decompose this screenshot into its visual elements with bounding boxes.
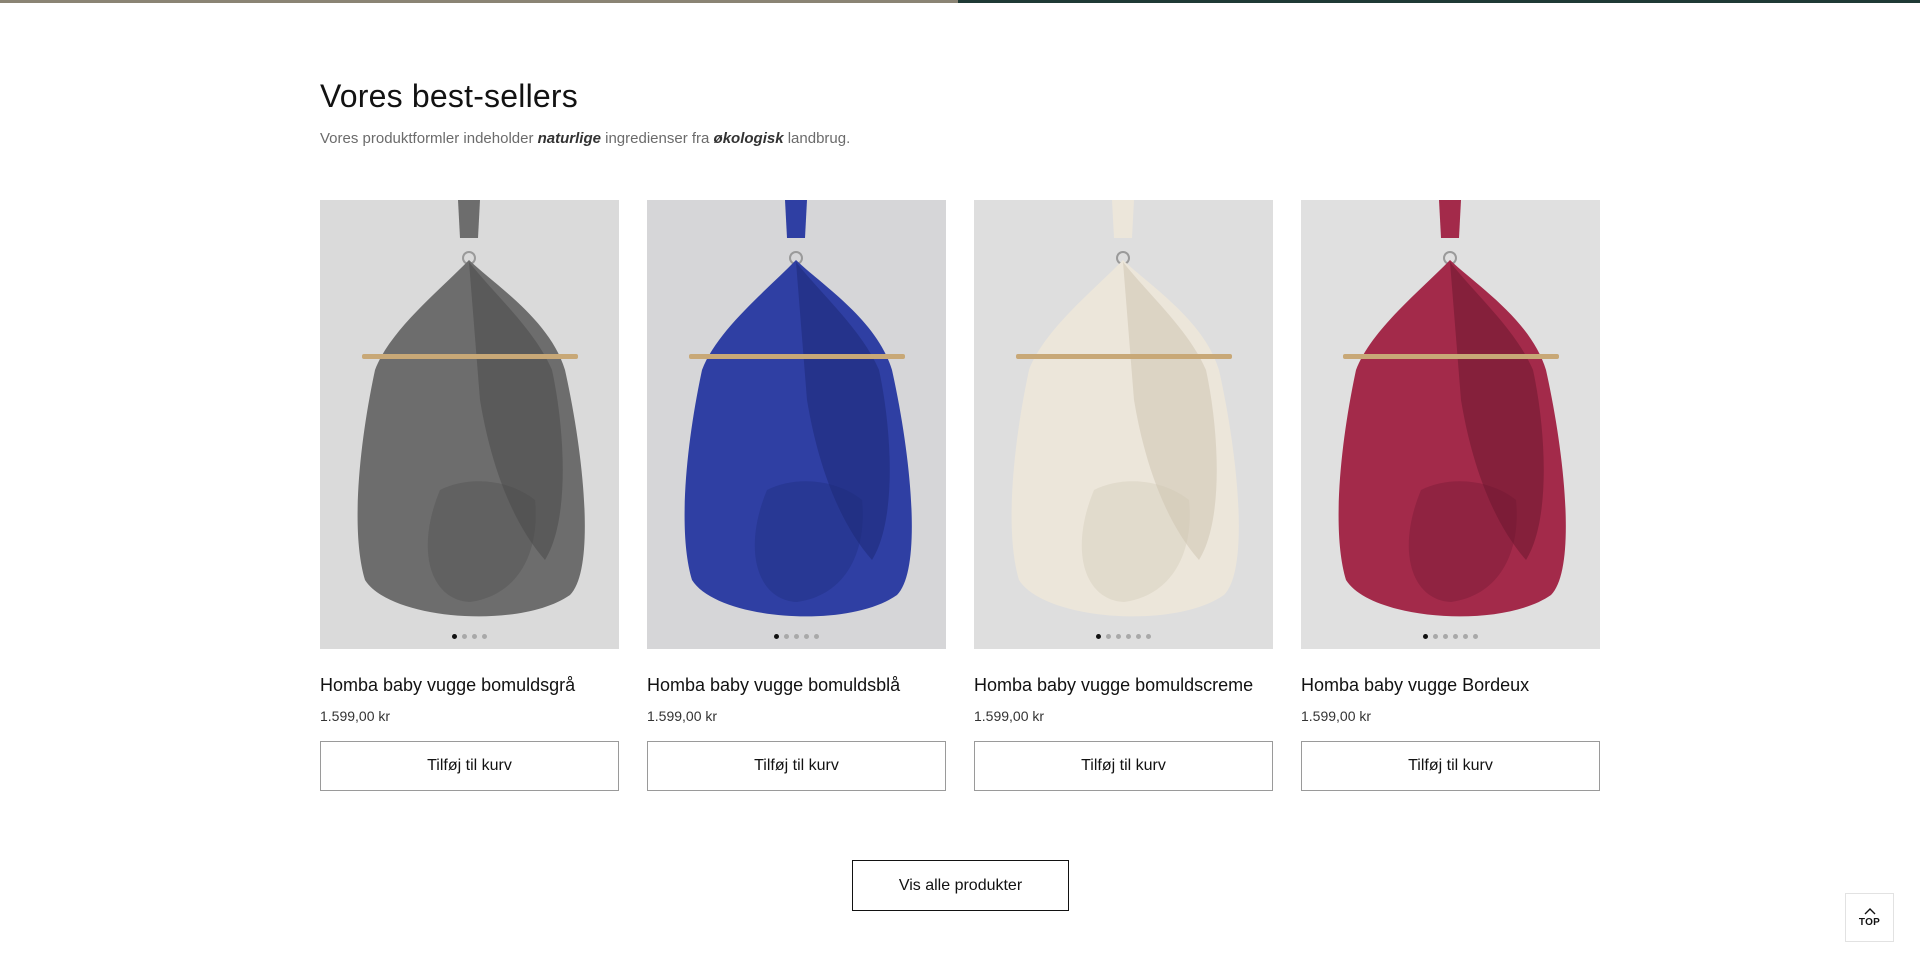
add-to-cart-button[interactable]: Tilføj til kurv xyxy=(974,741,1273,791)
slider-dot[interactable] xyxy=(1096,634,1101,639)
back-to-top-button[interactable]: TOP xyxy=(1845,893,1894,942)
slider-dot[interactable] xyxy=(1136,634,1141,639)
product-image-slider[interactable] xyxy=(1301,200,1600,649)
add-to-cart-button[interactable]: Tilføj til kurv xyxy=(1301,741,1600,791)
slider-dot[interactable] xyxy=(1453,634,1458,639)
section-heading: Vores best-sellers xyxy=(320,78,578,114)
hammock-cradle-blue-icon xyxy=(684,200,912,617)
slider-dot[interactable] xyxy=(774,634,779,639)
product-title[interactable]: Homba baby vugge bomuldsblå xyxy=(647,675,946,696)
product-title[interactable]: Homba baby vugge bomuldscreme xyxy=(974,675,1273,696)
chevron-up-icon xyxy=(1864,908,1875,915)
product-price: 1.599,00 kr xyxy=(1301,708,1372,724)
slider-dots xyxy=(974,634,1273,639)
product-price: 1.599,00 kr xyxy=(320,708,391,724)
slider-dot[interactable] xyxy=(1106,634,1111,639)
section-subtitle: Vores produktformler indeholder naturlig… xyxy=(320,130,850,147)
slider-dots xyxy=(1301,634,1600,639)
slider-dot[interactable] xyxy=(472,634,477,639)
subtitle-text-1: Vores produktformler indeholder xyxy=(320,130,538,147)
product-price: 1.599,00 kr xyxy=(647,708,718,724)
product-card: Homba baby vugge bomuldsblå 1.599,00 kr … xyxy=(647,200,946,791)
add-to-cart-button[interactable]: Tilføj til kurv xyxy=(320,741,619,791)
slider-dot[interactable] xyxy=(794,634,799,639)
slider-dot[interactable] xyxy=(1433,634,1438,639)
slider-dot[interactable] xyxy=(1116,634,1121,639)
slider-dot[interactable] xyxy=(1443,634,1448,639)
slider-dot[interactable] xyxy=(1473,634,1478,639)
slider-dot[interactable] xyxy=(462,634,467,639)
add-to-cart-button[interactable]: Tilføj til kurv xyxy=(647,741,946,791)
progress-segment-right xyxy=(958,0,1920,3)
product-card: Homba baby vugge bomuldsgrå 1.599,00 kr … xyxy=(320,200,619,791)
slider-dot[interactable] xyxy=(1146,634,1151,639)
slider-dot[interactable] xyxy=(452,634,457,639)
product-card: Homba baby vugge Bordeux 1.599,00 kr Til… xyxy=(1301,200,1600,791)
view-all-products-button[interactable]: Vis alle produkter xyxy=(852,860,1069,911)
slider-dot[interactable] xyxy=(1463,634,1468,639)
slider-dot[interactable] xyxy=(804,634,809,639)
product-image-slider[interactable] xyxy=(647,200,946,649)
slider-dot[interactable] xyxy=(784,634,789,639)
hammock-cradle-grey-icon xyxy=(357,200,585,617)
product-grid: Homba baby vugge bomuldsgrå 1.599,00 kr … xyxy=(320,200,1600,791)
subtitle-text-2: ingredienser fra xyxy=(600,130,714,147)
slider-dots xyxy=(647,634,946,639)
subtitle-emphasis-2: økologisk xyxy=(713,130,784,147)
product-title[interactable]: Homba baby vugge bomuldsgrå xyxy=(320,675,619,696)
subtitle-text-3: landbrug. xyxy=(783,130,851,147)
product-image-slider[interactable] xyxy=(974,200,1273,649)
back-to-top-label: TOP xyxy=(1858,917,1881,928)
hammock-cradle-cream-icon xyxy=(1011,200,1239,617)
slider-dot[interactable] xyxy=(814,634,819,639)
slider-dot[interactable] xyxy=(1423,634,1428,639)
product-image-slider[interactable] xyxy=(320,200,619,649)
top-progress-bar xyxy=(0,0,1920,3)
progress-segment-left xyxy=(0,0,958,3)
slider-dots xyxy=(320,634,619,639)
product-card: Homba baby vugge bomuldscreme 1.599,00 k… xyxy=(974,200,1273,791)
hammock-cradle-bordeaux-icon xyxy=(1338,200,1566,617)
product-title[interactable]: Homba baby vugge Bordeux xyxy=(1301,675,1600,696)
subtitle-emphasis-1: naturlige xyxy=(537,130,601,147)
slider-dot[interactable] xyxy=(482,634,487,639)
product-price: 1.599,00 kr xyxy=(974,708,1045,724)
slider-dot[interactable] xyxy=(1126,634,1131,639)
